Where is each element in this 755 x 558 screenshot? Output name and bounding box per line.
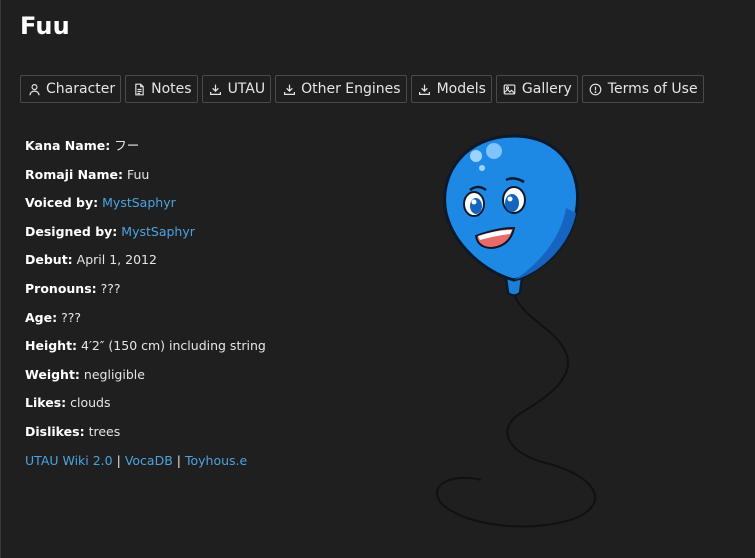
weight-row: Weight: negligible [25,361,266,390]
tab-label: Models [436,81,486,97]
romaji-name-label: Romaji Name: [25,166,123,182]
dislikes-row: Dislikes: trees [25,418,266,447]
tab-label: Other Engines [301,81,401,97]
pronouns-row: Pronouns: ??? [25,275,266,304]
debut-value: April 1, 2012 [76,252,157,268]
tab-terms-of-use[interactable]: Terms of Use [581,75,704,103]
dislikes-value: trees [88,423,121,439]
designed-by-link[interactable]: MystSaphyr [121,224,195,239]
pronouns-value: ??? [100,280,121,296]
utau-wiki-link[interactable]: UTAU Wiki 2.0 [25,453,113,468]
voiced-by-link[interactable]: MystSaphyr [102,195,176,210]
toyhouse-link[interactable]: Toyhous.e [185,453,247,468]
tab-character[interactable]: Character [20,75,122,103]
tab-other-engines[interactable]: Other Engines [275,75,407,103]
debut-row: Debut: April 1, 2012 [25,246,266,275]
kana-name-row: Kana Name: フー [25,132,266,161]
romaji-name-value: Fuu [126,166,150,182]
romaji-name-row: Romaji Name: Fuu [25,161,266,190]
age-label: Age: [25,309,58,325]
age-row: Age: ??? [25,304,266,333]
tab-label: Character [46,81,116,97]
age-value: ??? [61,309,81,325]
height-label: Height: [25,338,78,354]
tab-bar: Character Notes UTAU Other Engines Model… [20,75,704,103]
balloon-string [436,292,597,528]
image-icon [503,82,517,96]
external-links-row: UTAU Wiki 2.0 | VocaDB | Toyhous.e [25,447,266,476]
weight-label: Weight: [25,366,80,382]
height-row: Height: 4′2″ (150 cm) including string [25,332,266,361]
document-icon [132,82,146,96]
tab-models[interactable]: Models [410,75,492,103]
link-separator: | [116,452,121,468]
balloon-highlight [470,150,482,162]
tab-gallery[interactable]: Gallery [495,75,578,103]
page-title: Fuu [20,12,70,40]
tab-label: Terms of Use [607,81,698,97]
likes-label: Likes: [25,395,67,411]
debut-label: Debut: [25,252,73,268]
page: Fuu Character Notes UTAU Other Engines M… [0,0,755,558]
likes-value: clouds [70,395,111,411]
likes-row: Likes: clouds [25,389,266,418]
voiced-by-row: Voiced by: MystSaphyr [25,189,266,218]
kana-name-value: フー [114,138,140,153]
tab-notes[interactable]: Notes [125,75,198,103]
weight-value: negligible [83,366,145,382]
designed-by-row: Designed by: MystSaphyr [25,218,266,247]
person-icon [27,82,41,96]
designed-by-label: Designed by: [25,223,118,239]
dislikes-label: Dislikes: [25,423,85,439]
info-circle-icon [589,82,603,96]
tab-utau[interactable]: UTAU [201,75,272,103]
kana-name-label: Kana Name: [25,138,111,153]
tab-label: Gallery [521,81,572,97]
voiced-by-label: Voiced by: [25,195,99,211]
tab-label: Notes [151,81,192,97]
character-info: Kana Name: フー Romaji Name: Fuu Voiced by… [25,132,266,475]
download-icon [418,82,432,96]
download-icon [282,82,296,96]
vocadb-link[interactable]: VocaDB [125,453,173,468]
tab-label: UTAU [227,81,266,97]
download-icon [209,82,223,96]
link-separator: | [176,452,181,468]
pronouns-label: Pronouns: [25,280,97,296]
height-value: 4′2″ (150 cm) including string [81,338,266,354]
character-illustration [436,134,597,528]
